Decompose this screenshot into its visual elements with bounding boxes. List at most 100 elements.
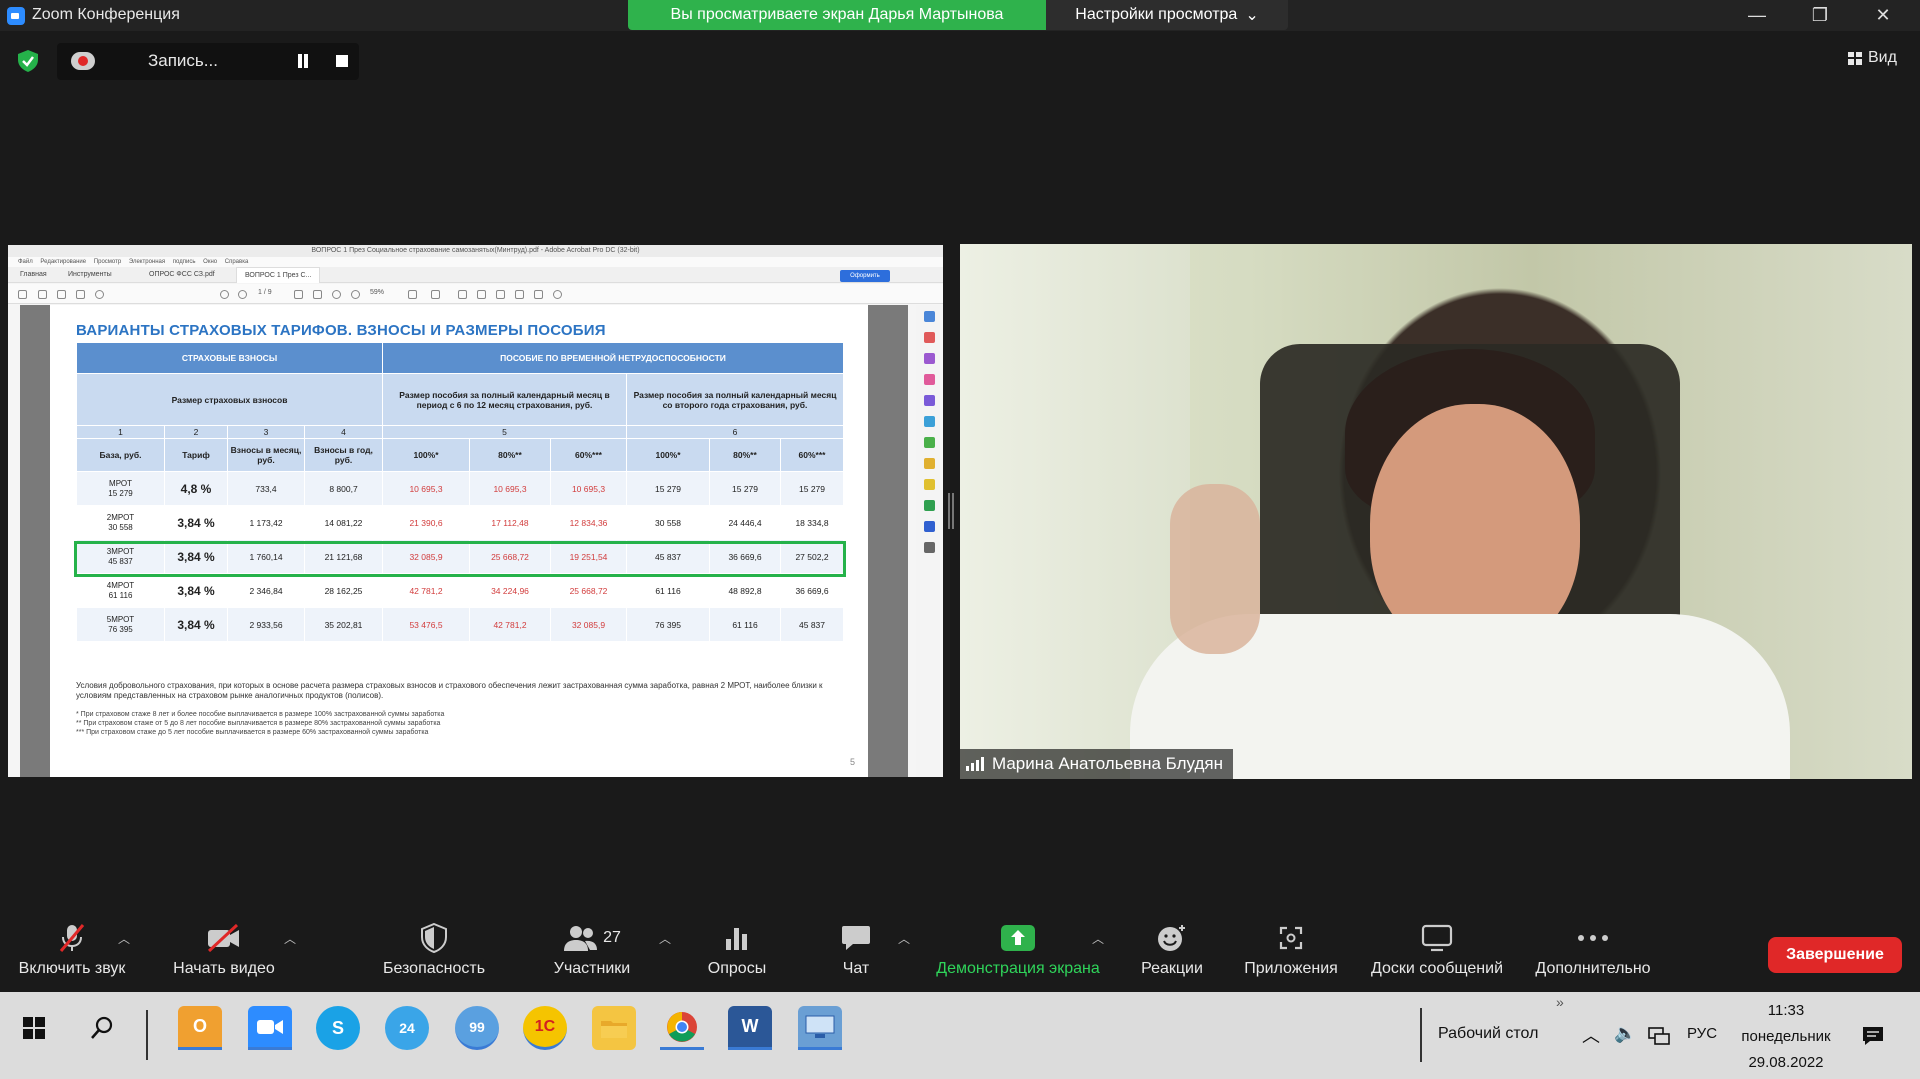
cell-month: 1 173,42 bbox=[227, 505, 305, 540]
apps-button[interactable]: Приложения bbox=[1236, 922, 1346, 978]
fit-page-icon[interactable] bbox=[408, 290, 417, 299]
rotate-icon[interactable] bbox=[553, 290, 562, 299]
security-shield-outline-icon bbox=[378, 922, 490, 954]
messenger-app-icon[interactable]: 99 bbox=[455, 1006, 499, 1050]
chevron-up-icon[interactable]: ︿ bbox=[1582, 1022, 1600, 1048]
zoom-out-icon[interactable] bbox=[332, 290, 341, 299]
remote-desktop-icon[interactable] bbox=[798, 1006, 842, 1050]
save-icon[interactable] bbox=[18, 290, 27, 299]
view-settings-dropdown[interactable]: Настройки просмотра ⌄ bbox=[1046, 0, 1288, 30]
whiteboards-button[interactable]: Доски сообщений bbox=[1364, 922, 1510, 978]
chat-button[interactable]: Чат bbox=[826, 922, 886, 978]
skype-app-icon[interactable]: S bbox=[316, 1006, 360, 1050]
page-down-icon[interactable] bbox=[238, 290, 247, 299]
stop-recording-icon[interactable] bbox=[336, 55, 348, 67]
word-app-icon[interactable]: W bbox=[728, 1006, 772, 1050]
polls-button[interactable]: Опросы bbox=[697, 922, 777, 978]
unmute-button[interactable]: Включить звук bbox=[12, 922, 132, 978]
reactions-label: Реакции bbox=[1141, 960, 1203, 977]
outlook-app-icon[interactable]: O bbox=[178, 1006, 222, 1050]
more-button[interactable]: Дополнительно bbox=[1528, 922, 1658, 978]
sign-icon[interactable] bbox=[496, 290, 505, 299]
chat-options-caret-icon[interactable]: ︿ bbox=[898, 930, 910, 947]
page-indicator[interactable]: 1 / 9 bbox=[258, 289, 272, 296]
slide-note: Условия добровольного страхования, при к… bbox=[76, 681, 823, 700]
network-icon[interactable] bbox=[1648, 1027, 1670, 1045]
export-pdf-icon[interactable] bbox=[924, 332, 935, 343]
col-header: 100%* bbox=[626, 438, 710, 472]
chat-bubble-icon bbox=[826, 922, 886, 954]
create-pdf-icon[interactable] bbox=[924, 374, 935, 385]
compress-icon[interactable] bbox=[924, 437, 935, 448]
organize-pages-icon[interactable] bbox=[924, 416, 935, 427]
shared-screen[interactable]: ВОПРОС 1 През Социальное страхование сам… bbox=[8, 245, 943, 777]
zoom-taskbar-icon[interactable] bbox=[248, 1006, 292, 1050]
view-button-label: Вид bbox=[1868, 49, 1897, 66]
zoom-app-icon bbox=[7, 7, 25, 25]
unmute-label: Включить звук bbox=[18, 960, 126, 977]
cell-tarif: 3,84 % bbox=[164, 607, 228, 642]
system-clock[interactable]: 11:33 понедельник 29.08.2022 bbox=[1730, 998, 1842, 1076]
participants-options-caret-icon[interactable]: ︿ bbox=[659, 930, 671, 947]
delete-icon[interactable] bbox=[534, 290, 543, 299]
panel-splitter-handle[interactable] bbox=[948, 493, 954, 529]
zoom-in-icon[interactable] bbox=[351, 290, 360, 299]
select-tool-icon[interactable] bbox=[294, 290, 303, 299]
tab-home[interactable]: Главная bbox=[20, 271, 47, 278]
restore-button[interactable]: ❐ bbox=[1797, 2, 1843, 28]
participants-button[interactable]: 27 Участники bbox=[545, 922, 639, 978]
bitrix24-app-icon[interactable]: 24 bbox=[385, 1006, 429, 1050]
zoom-level[interactable]: 59% bbox=[370, 289, 384, 296]
zoom-tool-icon[interactable] bbox=[924, 311, 935, 322]
acrobat-menu-bar[interactable]: Файл Редактирование Просмотр Электронная… bbox=[8, 257, 943, 267]
comment-icon[interactable] bbox=[458, 290, 467, 299]
pause-recording-icon[interactable] bbox=[296, 54, 310, 68]
tab-tools[interactable]: Инструменты bbox=[68, 271, 112, 278]
security-shield-icon[interactable] bbox=[18, 50, 38, 72]
taskbar-overflow-icon[interactable]: » bbox=[1556, 994, 1564, 1010]
chrome-app-icon[interactable] bbox=[660, 1006, 704, 1050]
input-language-indicator[interactable]: РУС bbox=[1687, 1025, 1717, 1042]
windows-start-icon[interactable] bbox=[12, 1006, 56, 1050]
acrobat-share-button[interactable]: Оформить bbox=[840, 270, 890, 282]
cell-year: 8 800,7 bbox=[304, 471, 383, 506]
end-meeting-button[interactable]: Завершение bbox=[1768, 937, 1902, 973]
notifications-icon[interactable] bbox=[1862, 1026, 1884, 1046]
video-options-caret-icon[interactable]: ︿ bbox=[284, 930, 296, 947]
fill-sign-icon[interactable] bbox=[924, 395, 935, 406]
view-button[interactable]: Вид bbox=[1848, 49, 1897, 67]
print-production-icon[interactable] bbox=[924, 500, 935, 511]
slide-title: ВАРИАНТЫ СТРАХОВЫХ ТАРИФОВ. ВЗНОСЫ И РАЗ… bbox=[76, 322, 606, 339]
security-button[interactable]: Безопасность bbox=[378, 922, 490, 978]
desktop-toolbar-label[interactable]: Рабочий стол bbox=[1438, 1025, 1538, 1043]
star-icon[interactable] bbox=[38, 290, 47, 299]
upload-icon[interactable] bbox=[57, 290, 66, 299]
stamp-icon[interactable] bbox=[515, 290, 524, 299]
close-button[interactable]: ✕ bbox=[1860, 2, 1906, 28]
participant-video[interactable]: Марина Анатольевна Блудян bbox=[960, 244, 1912, 779]
share-options-caret-icon[interactable]: ︿ bbox=[1092, 930, 1104, 947]
search-icon[interactable] bbox=[80, 1006, 124, 1050]
print-icon[interactable] bbox=[76, 290, 85, 299]
more-tools-icon[interactable] bbox=[924, 542, 935, 553]
1c-app-icon[interactable]: 1С bbox=[523, 1006, 567, 1050]
edit-pdf-icon[interactable] bbox=[924, 353, 935, 364]
sticky-note-icon[interactable] bbox=[924, 479, 935, 490]
start-video-button[interactable]: Начать видео bbox=[168, 922, 280, 978]
search-icon[interactable] bbox=[95, 290, 104, 299]
pen-icon[interactable] bbox=[477, 290, 486, 299]
volume-icon[interactable]: 🔈 bbox=[1614, 1023, 1636, 1044]
share-screen-button[interactable]: Демонстрация экрана bbox=[928, 922, 1108, 978]
reactions-button[interactable]: Реакции bbox=[1132, 922, 1212, 978]
page-up-icon[interactable] bbox=[220, 290, 229, 299]
minimize-button[interactable]: — bbox=[1734, 2, 1780, 28]
comment-tool-icon[interactable] bbox=[924, 458, 935, 469]
keyboard-icon[interactable] bbox=[431, 290, 440, 299]
hand-tool-icon[interactable] bbox=[313, 290, 322, 299]
tab-survey-pdf[interactable]: ОПРОС ФСС СЗ.pdf bbox=[149, 271, 215, 278]
apps-label: Приложения bbox=[1244, 960, 1338, 977]
protect-icon[interactable] bbox=[924, 521, 935, 532]
audio-options-caret-icon[interactable]: ︿ bbox=[118, 930, 130, 947]
tab-question-pdf[interactable]: ВОПРОС 1 През С... bbox=[236, 267, 321, 283]
file-explorer-icon[interactable] bbox=[592, 1006, 636, 1050]
